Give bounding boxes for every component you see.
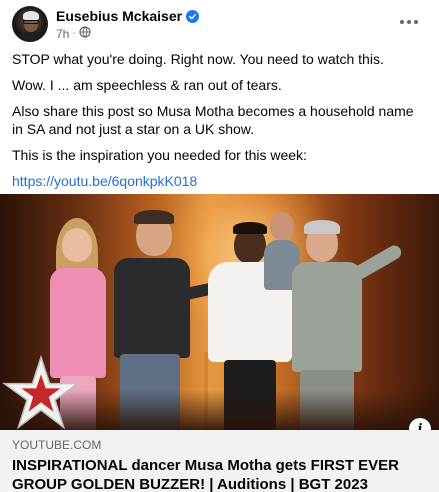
meta-separator: · [72,27,76,39]
preview-title[interactable]: INSPIRATIONAL dancer Musa Motha gets FIR… [12,456,427,492]
post-header: Eusebius Mckaiser 7h · [12,6,427,42]
post-paragraph: STOP what you're doing. Right now. You n… [12,51,384,67]
post-paragraph: This is the inspiration you needed for t… [12,147,307,163]
link-preview[interactable]: YOUTUBE.COM INSPIRATIONAL dancer Musa Mo… [0,430,439,492]
post-meta: 7h · [56,26,91,41]
post-paragraph: Also share this post so Musa Motha becom… [12,103,414,137]
author-name[interactable]: Eusebius Mckaiser [56,7,182,25]
post-text: STOP what you're doing. Right now. You n… [12,50,427,198]
preview-domain: YOUTUBE.COM [12,438,102,452]
more-options-icon[interactable] [395,10,423,34]
bgt-star-logo-icon [2,354,80,430]
post-paragraph: Wow. I ... am speechless & ran out of te… [12,77,282,93]
avatar[interactable] [12,6,48,42]
verified-badge-icon [186,9,200,23]
youtube-link[interactable]: https://youtu.be/6qonkpkK018 [12,173,197,189]
facebook-post: Eusebius Mckaiser 7h · STOP what you're … [0,0,439,492]
post-time[interactable]: 7h [56,27,69,41]
globe-icon [79,26,91,41]
author-row: Eusebius Mckaiser [56,7,200,25]
